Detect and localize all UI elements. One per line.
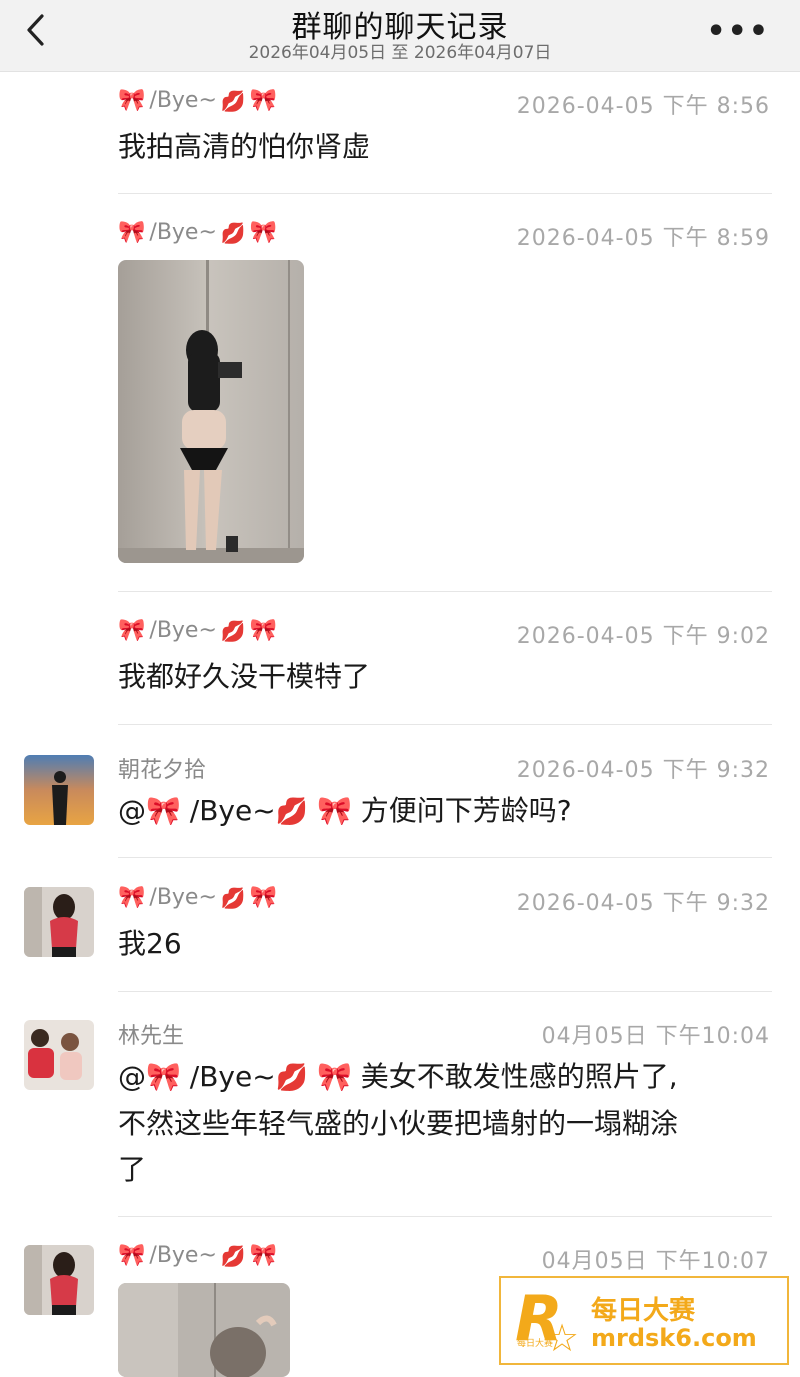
message-time: 04月05日 下午10:07 [541, 1249, 770, 1274]
divider [118, 857, 772, 858]
message-text[interactable]: 我都好久没干模特了 [118, 654, 768, 700]
message-time: 2026-04-05 下午 8:56 [516, 94, 770, 119]
watermark-logo-caption: 每日大赛 [517, 1339, 554, 1349]
watermark-url: mrdsk6.com [591, 1324, 757, 1352]
divider [118, 1216, 772, 1217]
message-item: 🎀 /Bye~ 💋 🎀 2026-04-05 下午 9:32 我26 [0, 881, 800, 992]
bow-icon: 🎀 [249, 1243, 278, 1268]
avatar[interactable] [24, 755, 94, 825]
message-item: 🎀 /Bye~ 💋 🎀 2026-04-05 下午 8:56 我拍高清的怕你肾虚 [0, 84, 800, 194]
message-text[interactable]: @🎀 /Bye~💋 🎀 美女不敢发性感的照片了, 不然这些年轻气盛的小伙要把墙射… [118, 1054, 768, 1193]
bow-icon: 🎀 [118, 885, 146, 910]
divider [118, 724, 772, 725]
lips-icon: 💋 [220, 88, 246, 113]
lips-icon: 💋 [220, 220, 246, 245]
lips-icon: 💋 [220, 618, 246, 643]
bow-icon: 🎀 [118, 618, 146, 643]
avatar[interactable] [24, 1245, 94, 1315]
lips-icon: 💋 [275, 797, 309, 827]
bow-icon: 🎀 [316, 1060, 352, 1093]
bow-icon: 🎀 [146, 794, 181, 827]
watermark-brand: 每日大赛 [591, 1296, 696, 1326]
message-text[interactable]: 我拍高清的怕你肾虚 [118, 124, 768, 170]
bow-icon: 🎀 [249, 88, 278, 113]
sender-name: 林先生 [118, 1024, 185, 1049]
bow-icon: 🎀 [118, 1243, 146, 1268]
header: 群聊的聊天记录 2026年04月05日 至 2026年04月07日 ••• [0, 0, 800, 72]
message-time: 2026-04-05 下午 9:32 [516, 758, 770, 783]
image-message[interactable] [118, 260, 304, 563]
divider [118, 591, 772, 592]
lips-icon: 💋 [220, 1243, 246, 1268]
message-time: 04月05日 下午10:04 [541, 1024, 770, 1049]
message-time: 2026-04-05 下午 8:59 [516, 226, 770, 251]
divider [118, 193, 772, 194]
date-range: 2026年04月05日 至 2026年04月07日 [248, 43, 552, 63]
sender-name: 🎀 /Bye~ 💋 🎀 [118, 618, 278, 643]
message-time: 2026-04-05 下午 9:32 [516, 891, 770, 916]
message-item: 林先生 04月05日 下午10:04 @🎀 /Bye~💋 🎀 美女不敢发性感的照… [0, 1014, 800, 1217]
message-time: 2026-04-05 下午 9:02 [516, 624, 770, 649]
sender-name: 🎀 /Bye~ 💋 🎀 [118, 88, 278, 113]
message-item: 🎀 /Bye~ 💋 🎀 2026-04-05 下午 8:59 [0, 216, 800, 592]
bow-icon: 🎀 [146, 1060, 181, 1093]
avatar[interactable] [24, 1020, 94, 1090]
sender-name: 🎀 /Bye~ 💋 🎀 [118, 220, 278, 245]
bow-icon: 🎀 [249, 618, 278, 643]
image-message[interactable] [118, 1283, 290, 1377]
divider [118, 991, 772, 992]
bow-icon: 🎀 [316, 794, 352, 827]
more-options-icon[interactable]: ••• [706, 14, 770, 49]
message-item: 🎀 /Bye~ 💋 🎀 2026-04-05 下午 9:02 我都好久没干模特了 [0, 614, 800, 725]
message-text[interactable]: @🎀 /Bye~💋 🎀 方便问下芳龄吗? [118, 788, 768, 835]
bow-icon: 🎀 [118, 220, 146, 245]
message-item: 朝花夕拾 2026-04-05 下午 9:32 @🎀 /Bye~💋 🎀 方便问下… [0, 748, 800, 858]
sender-name: 朝花夕拾 [118, 758, 207, 783]
sender-name: 🎀 /Bye~ 💋 🎀 [118, 1243, 278, 1268]
watermark: R ☆ 每日大赛 每日大赛 mrdsk6.com [499, 1276, 789, 1365]
sender-name: 🎀 /Bye~ 💋 🎀 [118, 885, 278, 910]
message-text[interactable]: 我26 [118, 921, 768, 967]
bow-icon: 🎀 [118, 88, 146, 113]
bow-icon: 🎀 [249, 220, 278, 245]
lips-icon: 💋 [220, 885, 246, 910]
lips-icon: 💋 [275, 1063, 309, 1093]
bow-icon: 🎀 [249, 885, 278, 910]
avatar[interactable] [24, 887, 94, 957]
